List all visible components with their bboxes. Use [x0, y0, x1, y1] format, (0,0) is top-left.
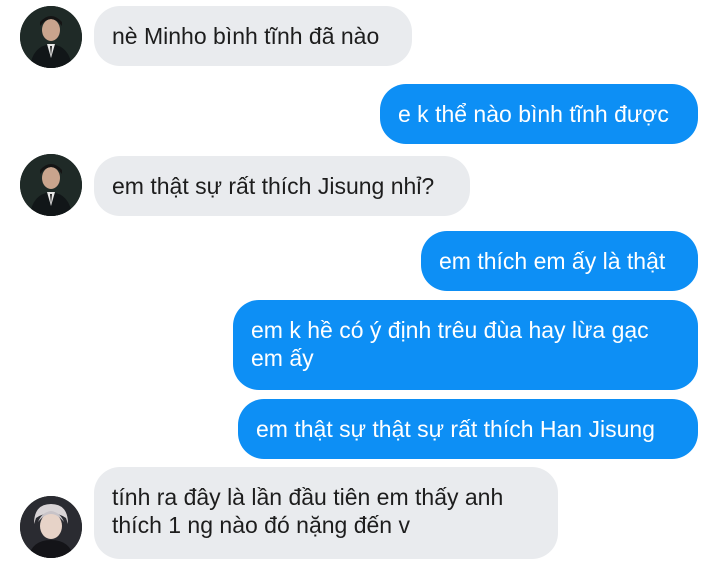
message-text-line: em k hề có ý định trêu đùa hay lừa gạc: [251, 317, 649, 343]
avatar-suit-image: [20, 154, 82, 216]
avatar-portrait-image: [20, 496, 82, 558]
message-text: nè Minho bình tĩnh đã nào: [112, 23, 380, 49]
message-bubble-outgoing[interactable]: em k hề có ý định trêu đùa hay lừa gạc e…: [233, 300, 698, 390]
message-text: em thật sự rất thích Jisung nhỉ?: [112, 173, 435, 199]
message-bubble-incoming[interactable]: em thật sự rất thích Jisung nhỉ?: [94, 156, 470, 216]
contact-avatar[interactable]: [20, 496, 82, 558]
chat-thread: nè Minho bình tĩnh đã nào e k thể nào bì…: [0, 0, 715, 566]
message-text-line: thích 1 ng nào đó nặng đến v: [112, 512, 410, 538]
contact-avatar[interactable]: [20, 6, 82, 68]
message-bubble-incoming[interactable]: nè Minho bình tĩnh đã nào: [94, 6, 412, 66]
message-text-line: tính ra đây là lần đầu tiên em thấy anh: [112, 484, 504, 510]
avatar-suit-image: [20, 6, 82, 68]
contact-avatar[interactable]: [20, 154, 82, 216]
message-text-line: em ấy: [251, 345, 314, 371]
message-bubble-incoming[interactable]: tính ra đây là lần đầu tiên em thấy anh …: [94, 467, 558, 559]
message-bubble-outgoing[interactable]: e k thể nào bình tĩnh được: [380, 84, 698, 144]
message-bubble-outgoing[interactable]: em thật sự thật sự rất thích Han Jisung: [238, 399, 698, 459]
message-text: e k thể nào bình tĩnh được: [398, 101, 669, 127]
message-text: em thật sự thật sự rất thích Han Jisung: [256, 416, 655, 442]
message-text: em thích em ấy là thật: [439, 248, 666, 274]
message-bubble-outgoing[interactable]: em thích em ấy là thật: [421, 231, 698, 291]
